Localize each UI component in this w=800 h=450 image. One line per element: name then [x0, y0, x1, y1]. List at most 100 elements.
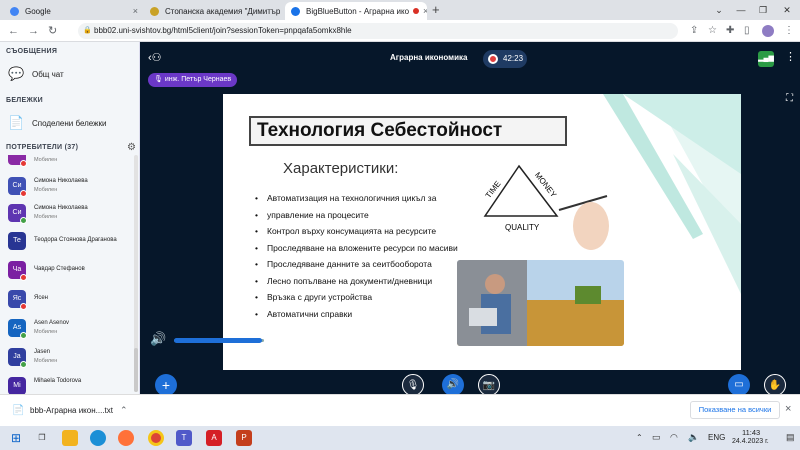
lock-icon: 🔒 [83, 27, 92, 34]
user-list-item[interactable]: Си Симона Николаева Мобилен [8, 175, 134, 201]
close-tab-icon[interactable]: × [129, 6, 138, 16]
tab-google[interactable]: Google × [4, 2, 144, 20]
teams-icon[interactable]: T [176, 430, 192, 446]
maximize-icon[interactable]: ❐ [752, 0, 774, 20]
side-panel-icon[interactable]: ▯ [744, 25, 750, 37]
user-name: Симона Николаева [34, 205, 88, 211]
user-name: Jasen [34, 349, 51, 355]
raise-hand-button[interactable]: ✋ [764, 374, 786, 396]
connection-status-icon[interactable]: ▂▄▆ [758, 51, 774, 67]
clock-date[interactable]: 24.4.2023 г. [732, 438, 769, 445]
browser-tab-bar: Google × Стопанска академия "Димитър × B… [0, 0, 800, 20]
toggle-user-list-icon[interactable]: ‹⚇ [148, 51, 162, 64]
recording-timer[interactable]: 42:23 [483, 50, 527, 68]
actions-plus-button[interactable]: + [155, 374, 177, 396]
new-tab-button[interactable]: + [432, 2, 440, 18]
user-list-item[interactable]: Си Симона Николаева Мобилен [8, 202, 134, 228]
notifications-icon[interactable]: ▤ [786, 432, 795, 443]
user-list-item[interactable]: Mi Mihaela Todorova [8, 375, 134, 394]
minimize-icon[interactable]: — [730, 0, 752, 20]
network-icon[interactable]: ▭ [652, 432, 661, 443]
camera-off-button[interactable]: 📷 [478, 374, 500, 396]
volume-control[interactable]: 🔊 [150, 331, 268, 347]
bullet-item: Лесно попълване на документи/дневници [255, 273, 458, 290]
academy-favicon-icon [150, 6, 159, 16]
audio-button[interactable]: 🔊 [442, 374, 464, 396]
user-list-item[interactable]: Ча Чавдар Стефанов [8, 259, 134, 285]
acrobat-icon[interactable]: A [206, 430, 222, 446]
edge-browser-icon[interactable] [90, 430, 106, 446]
recording-time: 42:23 [503, 54, 524, 63]
download-file-name[interactable]: bbb-Аграрна икон....txt [30, 406, 113, 415]
user-list-item[interactable]: As Asen Asenov Мобилен [8, 317, 134, 343]
options-menu-icon[interactable]: ⋮ [785, 50, 796, 63]
user-status: Мобилен [34, 157, 58, 163]
address-toolbar: ← → ↻ 🔒 bbb02.uni-svishtov.bg/html5clien… [0, 20, 800, 42]
task-view-icon[interactable]: ❐ [34, 430, 50, 446]
notes-heading: БЕЛЕЖКИ [6, 97, 44, 104]
download-options-chevron-icon[interactable]: ⌃ [120, 405, 128, 416]
bullet-text: управление на процесите [267, 209, 369, 220]
slide-title: Технология Себестойност [249, 116, 567, 146]
clock-time[interactable]: 11:43 [742, 428, 760, 437]
user-list-scrollbar[interactable] [134, 348, 138, 392]
tab-title: Стопанска академия "Димитър [165, 6, 281, 16]
forward-icon[interactable]: → [28, 24, 39, 38]
user-list-item[interactable]: Мобилен [8, 155, 134, 171]
close-window-icon[interactable]: ✕ [776, 0, 798, 20]
language-indicator[interactable]: ENG [708, 433, 725, 442]
firefox-icon[interactable] [118, 430, 134, 446]
bullet-item: Контрол върху консумацията на ресурсите [255, 223, 458, 240]
user-list-item[interactable]: Ja Jasen Мобилен [8, 346, 134, 372]
users-heading: ПОТРЕБИТЕЛИ (37) [6, 144, 79, 151]
volume-tray-icon[interactable]: 🔈 [688, 432, 699, 443]
chrome-icon[interactable] [148, 430, 164, 446]
profile-avatar[interactable] [762, 25, 774, 37]
shared-notes-label: Споделени бележки [32, 118, 107, 128]
bookmark-star-icon[interactable]: ☆ [708, 25, 717, 37]
user-list-item[interactable]: Те Теодора Стоянова Драганова [8, 230, 134, 256]
shared-notes-item[interactable]: 📄 Споделени бележки [8, 115, 106, 131]
wifi-icon[interactable]: ◠ [670, 432, 678, 443]
file-explorer-icon[interactable] [62, 430, 78, 446]
share-icon[interactable]: ⇪ [690, 25, 698, 37]
mute-mic-button[interactable]: 🎙 [402, 374, 424, 396]
speaker-icon[interactable]: 🔊 [150, 331, 166, 347]
users-settings-gear-icon[interactable]: ⚙ [127, 142, 136, 153]
user-list-item[interactable]: Яс Ясен [8, 288, 134, 314]
show-hidden-icons-icon[interactable]: ⌃ [636, 433, 643, 442]
windows-start-icon[interactable]: ⊞ [8, 430, 24, 446]
tab-academy[interactable]: Стопанска академия "Димитър × [144, 2, 284, 20]
fullscreen-icon[interactable]: ⛶ [786, 93, 793, 104]
chrome-menu-icon[interactable]: ⋮ [784, 25, 794, 37]
user-status: Мобилен [34, 187, 58, 193]
listen-only-badge-icon [20, 361, 27, 368]
powerpoint-icon[interactable]: P [236, 430, 252, 446]
messages-heading: СЪОБЩЕНИЯ [6, 48, 58, 55]
user-name: Симона Николаева [34, 178, 88, 184]
user-name: Asen Asenov [34, 320, 70, 326]
url-field[interactable]: 🔒 bbb02.uni-svishtov.bg/html5client/join… [78, 23, 678, 39]
bbb-sidebar: СЪОБЩЕНИЯ 💬 Общ чат БЕЛЕЖКИ 📄 Споделени … [0, 42, 140, 394]
user-status: Мобилен [34, 214, 58, 220]
muted-mic-badge-icon [20, 160, 27, 167]
presenter-badge: 🎙 инж. Петър Чернаев [148, 73, 238, 87]
tab-title: BigBlueButton - Аграрна ико [306, 6, 410, 16]
tab-search-icon[interactable]: ⌄ [708, 0, 730, 20]
muted-mic-badge-icon [20, 274, 27, 281]
extensions-icon[interactable]: ✚ [726, 25, 734, 37]
close-download-bar-icon[interactable]: × [785, 403, 791, 415]
back-icon[interactable]: ← [8, 24, 19, 38]
screen-share-button[interactable]: ▭ [728, 374, 750, 396]
muted-mic-badge-icon [20, 190, 27, 197]
bullet-item: Автоматични справки [255, 306, 458, 323]
show-all-downloads-button[interactable]: Показване на всички [690, 401, 780, 419]
slide-bullets: Автоматизация на технологичния цикъл за … [255, 190, 458, 322]
tab-bigbluebutton[interactable]: BigBlueButton - Аграрна ико × [285, 2, 427, 20]
bullet-item: Връзка с други устройства [255, 289, 458, 306]
close-tab-icon[interactable]: × [280, 6, 284, 16]
reload-icon[interactable]: ↻ [48, 24, 57, 38]
public-chat-label: Общ чат [32, 69, 64, 79]
public-chat-item[interactable]: 💬 Общ чат [8, 66, 64, 82]
close-tab-icon[interactable]: × [419, 6, 427, 16]
